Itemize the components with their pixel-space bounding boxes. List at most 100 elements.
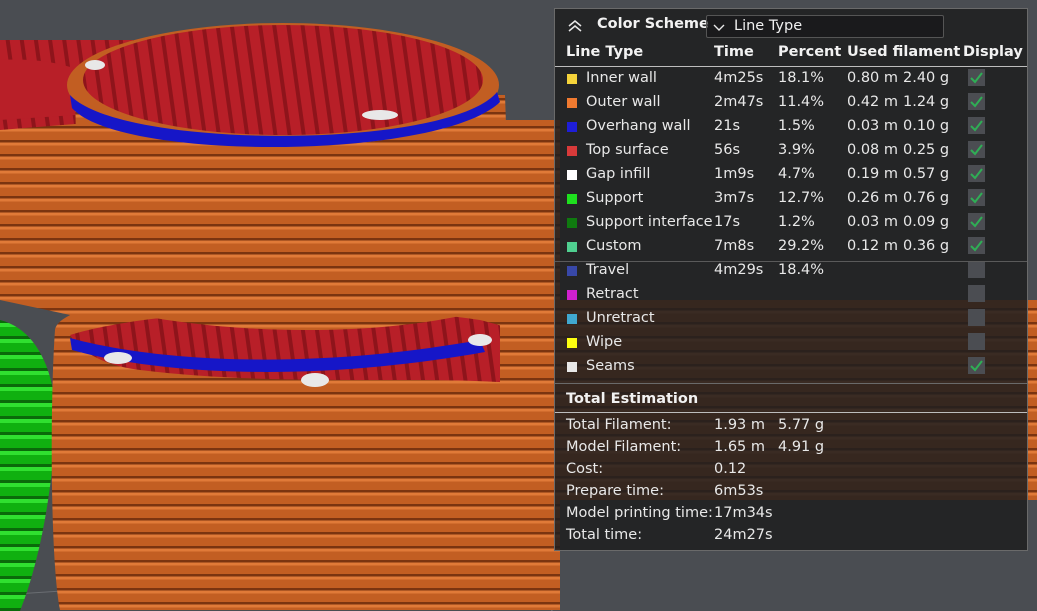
line-type-name: Travel: [586, 262, 630, 278]
dropdown-value: Line Type: [734, 18, 803, 34]
estimation-label: Total Filament:: [566, 417, 672, 433]
legend-row[interactable]: Travel 4m29s 18.4%: [555, 260, 1027, 284]
display-checkbox[interactable]: [968, 165, 985, 182]
estimation-value: 0.12: [714, 461, 747, 477]
chevron-down-icon: [713, 24, 725, 31]
legend-row[interactable]: Outer wall 2m47s 11.4% 0.42 m 1.24 g: [555, 92, 1027, 116]
display-checkbox[interactable]: [968, 189, 985, 206]
display-checkbox[interactable]: [968, 309, 985, 326]
display-checkbox[interactable]: [968, 117, 985, 134]
legend-row[interactable]: Seams: [555, 356, 1027, 380]
line-time: 3m7s: [714, 190, 755, 206]
legend-row[interactable]: Overhang wall 21s 1.5% 0.03 m 0.10 g: [555, 116, 1027, 140]
display-checkbox[interactable]: [968, 333, 985, 350]
line-meters: 0.08 m: [847, 142, 899, 158]
line-meters: 0.19 m: [847, 166, 899, 182]
estimation-value: 1.93 m: [714, 417, 766, 433]
estimation-row: Model printing time: 17m34s: [555, 503, 1027, 525]
line-percent: 18.1%: [778, 70, 825, 86]
estimation-value: 17m34s: [714, 505, 773, 521]
color-scheme-dropdown[interactable]: Line Type: [706, 15, 944, 38]
legend-row[interactable]: Custom 7m8s 29.2% 0.12 m 0.36 g: [555, 236, 1027, 260]
line-grams: 0.25 g: [903, 142, 950, 158]
color-swatch: [567, 146, 577, 156]
legend-row[interactable]: Top surface 56s 3.9% 0.08 m 0.25 g: [555, 140, 1027, 164]
line-grams: 2.40 g: [903, 70, 950, 86]
estimation-label: Total time:: [566, 527, 643, 543]
column-header-display: Display: [963, 44, 1023, 60]
estimation-top-divider: [555, 383, 1027, 384]
checkmark-icon: [970, 96, 983, 108]
display-checkbox[interactable]: [968, 93, 985, 110]
checkmark-icon: [970, 216, 983, 228]
checkmark-icon: [970, 144, 983, 156]
legend-title: Color Scheme: [597, 16, 709, 32]
collapse-icon[interactable]: [565, 16, 585, 36]
color-swatch: [567, 122, 577, 132]
estimation-value: 1.65 m: [714, 439, 766, 455]
line-percent: 4.7%: [778, 166, 815, 182]
line-percent: 12.7%: [778, 190, 825, 206]
line-type-name: Custom: [586, 238, 642, 254]
line-grams: 0.09 g: [903, 214, 950, 230]
line-time: 21s: [714, 118, 741, 134]
line-meters: 0.03 m: [847, 214, 899, 230]
color-swatch: [567, 266, 577, 276]
color-swatch: [567, 98, 577, 108]
line-type-name: Inner wall: [586, 70, 657, 86]
line-percent: 29.2%: [778, 238, 825, 254]
color-swatch: [567, 362, 577, 372]
color-swatch: [567, 74, 577, 84]
estimation-row: Cost: 0.12: [555, 459, 1027, 481]
line-type-name: Gap infill: [586, 166, 651, 182]
line-percent: 11.4%: [778, 94, 825, 110]
line-percent: 1.2%: [778, 214, 815, 230]
estimation-label: Prepare time:: [566, 483, 664, 499]
estimation-label: Model Filament:: [566, 439, 682, 455]
legend-row[interactable]: Gap infill 1m9s 4.7% 0.19 m 0.57 g: [555, 164, 1027, 188]
checkmark-icon: [970, 192, 983, 204]
display-checkbox[interactable]: [968, 285, 985, 302]
display-checkbox[interactable]: [968, 237, 985, 254]
column-header-time: Time: [714, 44, 754, 60]
visible-types-divider: [555, 261, 1027, 262]
color-swatch: [567, 218, 577, 228]
line-time: 7m8s: [714, 238, 755, 254]
display-checkbox[interactable]: [968, 69, 985, 86]
estimation-value: 6m53s: [714, 483, 764, 499]
line-meters: 0.12 m: [847, 238, 899, 254]
checkmark-icon: [970, 168, 983, 180]
line-type-name: Support interface: [586, 214, 713, 230]
color-swatch: [567, 194, 577, 204]
line-type-name: Outer wall: [586, 94, 661, 110]
line-time: 2m47s: [714, 94, 764, 110]
legend-row[interactable]: Support interface 17s 1.2% 0.03 m 0.09 g: [555, 212, 1027, 236]
estimation-value-secondary: 4.91 g: [778, 439, 825, 455]
checkmark-icon: [970, 360, 983, 372]
display-checkbox[interactable]: [968, 141, 985, 158]
line-meters: 0.26 m: [847, 190, 899, 206]
display-checkbox[interactable]: [968, 213, 985, 230]
line-percent: 1.5%: [778, 118, 815, 134]
line-type-name: Seams: [586, 358, 635, 374]
legend-row[interactable]: Wipe: [555, 332, 1027, 356]
column-header-percent: Percent: [778, 44, 842, 60]
line-time: 56s: [714, 142, 741, 158]
estimation-divider: [555, 412, 1027, 413]
line-type-name: Top surface: [586, 142, 669, 158]
legend-row[interactable]: Retract: [555, 284, 1027, 308]
estimation-row: Prepare time: 6m53s: [555, 481, 1027, 503]
estimation-label: Model printing time:: [566, 505, 713, 521]
line-grams: 0.10 g: [903, 118, 950, 134]
line-grams: 0.76 g: [903, 190, 950, 206]
line-time: 17s: [714, 214, 741, 230]
line-grams: 0.57 g: [903, 166, 950, 182]
display-checkbox[interactable]: [968, 357, 985, 374]
legend-row[interactable]: Unretract: [555, 308, 1027, 332]
legend-row[interactable]: Support 3m7s 12.7% 0.26 m 0.76 g: [555, 188, 1027, 212]
estimation-label: Cost:: [566, 461, 604, 477]
color-swatch: [567, 242, 577, 252]
line-type-name: Retract: [586, 286, 639, 302]
legend-row[interactable]: Inner wall 4m25s 18.1% 0.80 m 2.40 g: [555, 68, 1027, 92]
display-checkbox[interactable]: [968, 261, 985, 278]
